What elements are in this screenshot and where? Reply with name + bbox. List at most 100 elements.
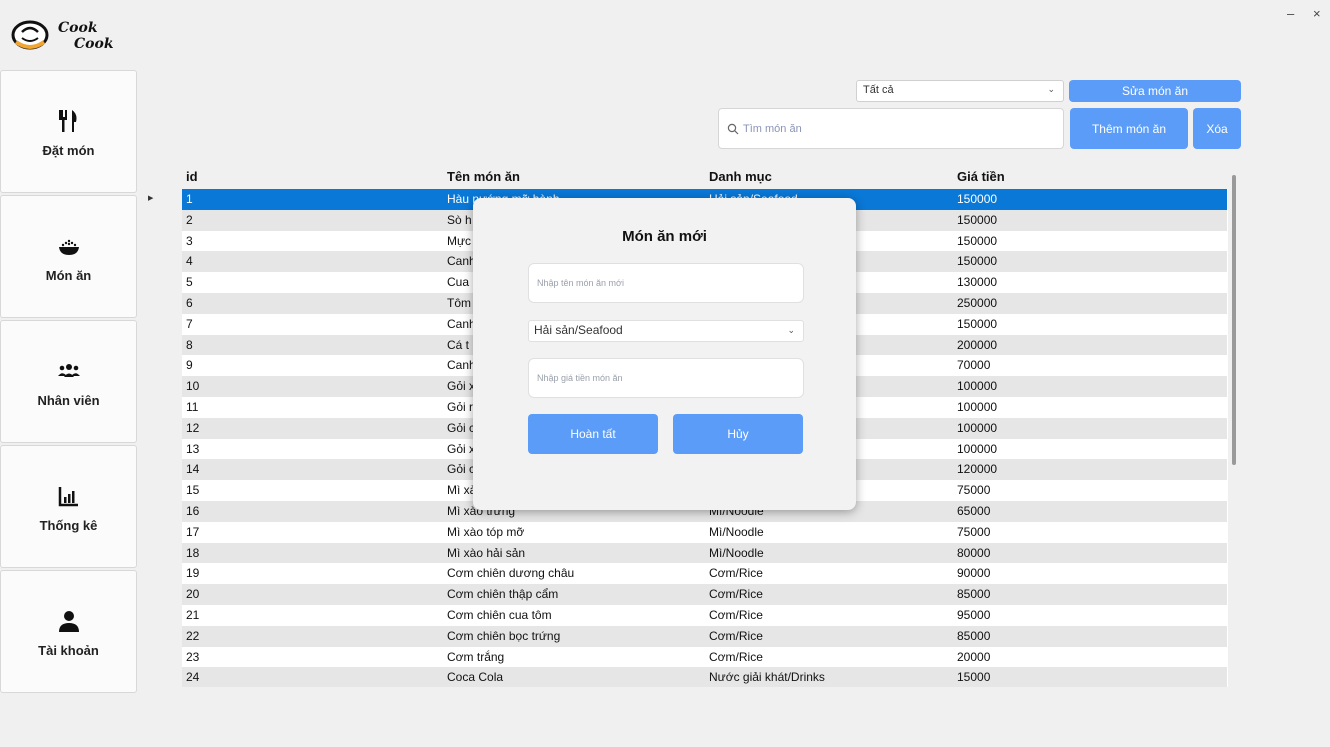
dialog-title: Món ăn mới	[622, 228, 707, 245]
sidebar-item-account[interactable]: Tài khoản	[0, 570, 137, 693]
cell-category: Cơm/Rice	[709, 587, 763, 602]
cell-price: 200000	[957, 337, 998, 352]
sidebar-item-staff[interactable]: Nhân viên	[0, 320, 137, 443]
cell-price: 250000	[957, 296, 998, 310]
cell-price: 65000	[957, 504, 991, 518]
table-row[interactable]: 20 Cơm chiên thập cẩm Cơm/Rice 85000	[182, 584, 1227, 605]
row-header-strip: ▶	[146, 189, 182, 687]
cell-category: Cơm/Rice	[709, 608, 763, 622]
edit-dish-button[interactable]: Sửa món ăn	[1069, 80, 1241, 102]
cell-id: 4	[186, 254, 193, 269]
cell-name: Mì xào hải sản	[447, 545, 526, 560]
cell-id: 8	[186, 337, 193, 352]
delete-button[interactable]: Xóa	[1193, 108, 1241, 149]
column-header-name: Tên món ăn	[447, 169, 520, 184]
sidebar-item-order[interactable]: Đặt món	[0, 70, 137, 193]
chevron-down-icon: ⌄	[1047, 84, 1055, 94]
cell-id: 9	[186, 358, 193, 373]
cell-price: 130000	[957, 275, 998, 290]
sidebar-item-dishes[interactable]: Món ăn	[0, 195, 137, 318]
column-header-id: id	[186, 169, 198, 184]
cell-category: Nước giải khát/Drinks	[709, 670, 825, 685]
cell-price: 150000	[957, 316, 998, 331]
cell-id: 15	[186, 483, 200, 498]
cell-price: 95000	[957, 608, 991, 622]
table-row[interactable]: 23 Cơm trắng Cơm/Rice 20000	[182, 647, 1227, 668]
cell-name: Cá t	[447, 337, 470, 352]
table-row[interactable]: 21 Cơm chiên cua tôm Cơm/Rice 95000	[182, 605, 1227, 626]
cell-price: 90000	[957, 566, 991, 581]
add-dish-button[interactable]: Thêm món ăn	[1070, 108, 1188, 149]
cell-price: 150000	[957, 212, 998, 227]
table-row[interactable]: 24 Coca Cola Nước giải khát/Drinks 15000	[182, 667, 1227, 687]
cell-name: Canh	[447, 358, 476, 373]
cell-name: Gỏi x	[447, 441, 476, 456]
dish-name-placeholder: Nhập tên món ăn mới	[537, 278, 624, 288]
cell-id: 23	[186, 649, 200, 664]
column-header-category: Danh mục	[709, 169, 772, 184]
cell-price: 75000	[957, 483, 991, 498]
cell-id: 10	[186, 379, 200, 394]
table-row[interactable]: 19 Cơm chiên dương châu Cơm/Rice 90000	[182, 563, 1227, 584]
users-icon	[53, 355, 85, 387]
cell-id: 12	[186, 420, 200, 435]
cell-id: 17	[186, 524, 200, 539]
cell-price: 150000	[957, 233, 998, 248]
category-filter-select[interactable]: Tất cả ⌄	[856, 80, 1064, 102]
user-icon	[53, 605, 85, 637]
cell-id: 11	[186, 400, 199, 414]
cell-name: Cua	[447, 275, 470, 290]
cell-id: 24	[186, 670, 200, 685]
search-input[interactable]: Tìm món ăn	[718, 108, 1064, 149]
cell-name: Gỏi c	[447, 420, 476, 435]
sidebar-item-label: Thống kê	[39, 518, 98, 533]
dish-name-input[interactable]: Nhập tên món ăn mới	[528, 263, 804, 303]
table-row[interactable]: 18 Mì xào hải sản Mì/Noodle 80000	[182, 542, 1227, 564]
cell-price: 100000	[957, 420, 998, 435]
cell-id: 14	[186, 462, 200, 477]
cell-price: 150000	[957, 192, 998, 206]
cell-id: 7	[186, 316, 193, 331]
table-scrollbar[interactable]	[1232, 175, 1236, 465]
dish-category-select[interactable]: Hải sản/Seafood ⌄	[528, 320, 804, 342]
cell-category: Mì/Noodle	[709, 524, 764, 539]
sidebar-item-label: Đặt món	[42, 143, 95, 158]
cell-name: Cơm trắng	[447, 649, 505, 664]
cell-name: Mì xào tóp mỡ	[447, 524, 525, 539]
cell-id: 19	[186, 566, 200, 581]
cell-price: 20000	[957, 649, 991, 664]
cell-name: Gỏi x	[447, 379, 476, 394]
dish-price-input[interactable]: Nhập giá tiền món ăn	[528, 358, 804, 398]
chef-hat-icon	[11, 20, 49, 50]
cell-name: Canh	[447, 316, 476, 331]
table-row[interactable]: 22 Cơm chiên bọc trứng Cơm/Rice 85000	[182, 625, 1227, 647]
chevron-down-icon: ⌄	[787, 325, 795, 335]
cell-price: 100000	[957, 379, 998, 394]
cell-price: 150000	[957, 254, 998, 269]
sidebar-item-label: Món ăn	[45, 268, 92, 283]
cell-price: 85000	[957, 587, 991, 602]
confirm-button[interactable]: Hoàn tất	[528, 414, 658, 454]
cancel-button[interactable]: Hủy	[673, 414, 803, 454]
table-row[interactable]: 17 Mì xào tóp mỡ Mì/Noodle 75000	[182, 522, 1227, 543]
close-button[interactable]: ×	[1313, 6, 1321, 21]
cell-price: 100000	[957, 441, 998, 456]
cell-name: Tôm	[447, 296, 471, 310]
cell-category: Cơm/Rice	[709, 566, 763, 581]
bar-chart-icon	[53, 480, 85, 512]
new-dish-dialog: Món ăn mới Nhập tên món ăn mới Hải sản/S…	[473, 198, 856, 510]
cell-price: 70000	[957, 358, 991, 373]
sidebar-item-label: Tài khoản	[38, 643, 99, 658]
cell-price: 80000	[957, 545, 991, 560]
cell-name: Cơm chiên bọc trứng	[447, 628, 561, 643]
app-name: Cook Cook	[58, 20, 114, 52]
cell-name: Cơm chiên cua tôm	[447, 608, 552, 622]
cell-name: Cơm chiên dương châu	[447, 566, 575, 581]
cell-name: Cơm chiên thập cẩm	[447, 587, 559, 602]
column-header-price: Giá tiền	[957, 169, 1005, 184]
sidebar-item-stats[interactable]: Thống kê	[0, 445, 137, 568]
cell-price: 120000	[957, 462, 998, 477]
search-icon	[727, 123, 739, 134]
minimize-button[interactable]: –	[1287, 6, 1294, 21]
sidebar-item-label: Nhân viên	[37, 393, 100, 408]
